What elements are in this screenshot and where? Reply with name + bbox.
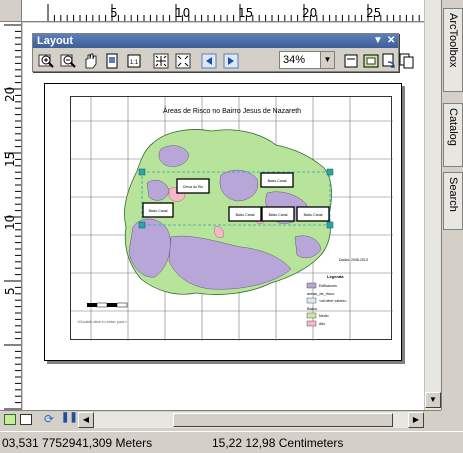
layout-bottom-bar: ⟳ ❚❚ ◀ ▶ [0,410,441,428]
toggle-draft-mode-icon [344,54,358,68]
zoom-percent-value: 34% [283,54,306,66]
svg-text:areas_de_risco: areas_de_risco [307,291,335,296]
toolbar-title: Layout [37,35,74,47]
chevron-down-icon[interactable]: ▼ [320,52,334,68]
zoom-100-icon: 1:1 [127,54,141,68]
svg-text:Baixo: Baixo [307,306,318,311]
svg-text:<all other values>: <all other values> [319,299,347,303]
map-coordinates: 03,531 7752941,309 Meters [2,436,153,450]
toolbar-titlebar[interactable]: Layout ▼ ✕ [33,34,398,48]
data-driven-pages-icon [399,53,414,69]
change-layout-icon [382,53,395,68]
toggle-draft-mode-button[interactable] [341,51,359,69]
svg-text:Baixo Canal: Baixo Canal [269,213,288,217]
map-title-text: Áreas de Risco no Bairro Jesus de Nazare… [163,106,301,115]
fixed-zoom-in-icon [153,53,169,69]
dock-sidebar: ArcToolbox Catalog Search [441,0,463,410]
tab-catalog[interactable]: Catalog [443,103,463,167]
ruler-label: 15 [238,6,254,20]
focus-data-frame-icon [363,54,379,68]
svg-text:Edificacoes: Edificacoes [319,284,337,288]
ruler-label: 10 [175,6,191,20]
svg-text:Baixo Canal: Baixo Canal [149,209,168,213]
back-extent-icon [201,53,217,69]
ruler-label: 25 [366,6,382,20]
pause-icon[interactable]: ❚❚ [61,412,78,423]
tab-search[interactable]: Search [443,172,463,230]
zoom-whole-page-icon [106,53,118,69]
tab-catalog-label: Catalog [447,108,459,146]
ruler-label: 5 [110,6,118,20]
vertical-ruler[interactable]: 20 15 10 5 [0,22,22,410]
close-icon[interactable]: ✕ [387,34,395,48]
svg-text:1:1: 1:1 [130,60,139,66]
svg-text:Alto: Alto [319,322,325,326]
status-bar: 03,531 7752941,309 Meters 15,22 12,98 Ce… [0,431,463,453]
forward-extent-button[interactable] [221,51,239,69]
ruler-label: 15 [3,151,17,167]
zoom-in-icon [38,54,54,68]
data-view-icon[interactable] [4,414,16,425]
forward-extent-icon [223,53,239,69]
data-driven-pages-button[interactable] [397,51,415,69]
svg-text:Medio: Medio [319,314,329,318]
focus-data-frame-button[interactable] [361,51,379,69]
svg-text:Legenda: Legenda [327,274,344,279]
scroll-left-icon[interactable]: ◀ [78,412,94,428]
map-drawing: Áreas de Risco no Bairro Jesus de Nazare… [71,97,393,341]
fixed-zoom-out-button[interactable] [173,51,191,69]
ruler-label: 20 [3,86,17,102]
horizontal-ruler[interactable]: 5 10 15 20 25 [22,0,432,22]
pan-button[interactable] [80,51,98,69]
tab-arctoolbox[interactable]: ArcToolbox [443,8,463,92]
zoom-100-button[interactable]: 1:1 [124,51,142,69]
horizontal-scrollbar[interactable]: ◀ ▶ [78,412,424,428]
scale-bar [87,302,128,308]
zoom-percent-select[interactable]: 34% ▼ [279,51,335,69]
zoom-whole-page-button[interactable] [102,51,120,69]
arcmap-layout-window: 5 10 15 20 25 20 15 10 5 Áreas de Risco … [0,0,463,453]
page-coordinates: 15,22 12,98 Centimeters [212,436,344,450]
layout-toolbar: Layout ▼ ✕ 1:1 34% ▼ [32,33,414,72]
fixed-zoom-out-icon [175,53,191,69]
map-frame[interactable]: Áreas de Risco no Bairro Jesus de Nazare… [70,96,393,341]
ruler-label: 20 [302,6,318,20]
svg-text:Baixo Canal: Baixo Canal [236,213,255,217]
source-text: Dados: 2008-2013 [339,258,368,262]
hint-text: <Double-click to enter your> [77,319,128,324]
zoom-out-icon [60,54,76,68]
layout-view-icon[interactable] [20,414,32,425]
fixed-zoom-in-button[interactable] [151,51,169,69]
ruler-label: 5 [3,287,17,295]
tab-search-label: Search [447,177,459,212]
ruler-label: 10 [3,214,17,230]
svg-text:Baixo Canal: Baixo Canal [268,179,287,183]
scroll-right-icon[interactable]: ▶ [408,412,424,428]
pan-icon [85,53,97,69]
zoom-in-button[interactable] [36,51,54,69]
tab-arctoolbox-label: ArcToolbox [447,13,459,68]
back-extent-button[interactable] [199,51,217,69]
toolbar-menu-icon[interactable]: ▼ [373,34,383,48]
scroll-thumb[interactable] [173,413,393,427]
scroll-down-icon[interactable]: ▼ [425,392,441,408]
refresh-icon[interactable]: ⟳ [44,412,54,426]
change-layout-button[interactable] [379,51,397,69]
svg-text:Baixo Canal: Baixo Canal [304,213,323,217]
svg-text:Cerca do Rio: Cerca do Rio [183,185,203,189]
ruler-corner [0,0,22,22]
vertical-scrollbar[interactable]: ▼ [424,0,441,410]
zoom-out-button[interactable] [58,51,76,69]
